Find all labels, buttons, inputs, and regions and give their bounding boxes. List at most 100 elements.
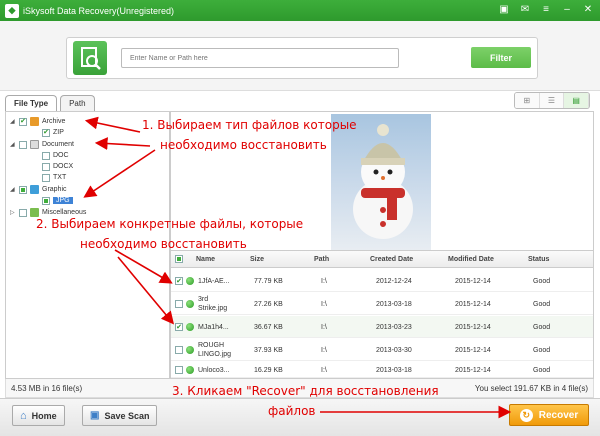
window-title: iSkysoft Data Recovery(Unregistered) [23,5,175,16]
checkbox[interactable] [42,173,50,182]
caret-icon[interactable]: ◢ [10,186,16,193]
tree-item-graphic[interactable]: ◢ Graphic [10,184,67,195]
menu-icon[interactable]: ≡ [540,3,552,15]
cell-modified: 2015-12-14 [455,300,491,308]
view-toggles: ⊞ ☰ ▤ [514,92,590,109]
checkbox[interactable] [42,196,50,205]
col-created[interactable]: Created Date [370,256,413,263]
col-modified[interactable]: Modified Date [448,256,494,263]
image-icon [30,185,39,194]
cell-name: 1JfA-AE... [198,277,230,285]
thumbnail-view-icon[interactable]: ⊞ [515,93,540,108]
table-row[interactable]: 3rd Strike.jpg 27.26 KB I:\ 2013-03-18 2… [171,293,593,315]
tab-path[interactable]: Path [60,95,95,111]
cell-name: 3rd Strike.jpg [198,296,228,312]
archive-icon [30,117,39,126]
row-checkbox[interactable] [175,300,183,308]
tree-label: ZIP [53,129,64,136]
table-row[interactable]: ROUGH LINGO.jpg 37.93 KB I:\ 2013-03-30 … [171,339,593,361]
checkbox[interactable] [19,208,27,217]
tree-item-txt[interactable]: TXT [42,172,66,183]
annotation-3-line-1: 3. Кликаем "Recover" для восстановления [172,384,439,398]
col-name[interactable]: Name [196,256,215,263]
tree-label: JPG [53,197,73,204]
status-dot-icon [186,366,194,374]
cell-status: Good [533,323,551,331]
app-logo-icon: ◆ [5,3,19,18]
col-status[interactable]: Status [528,256,549,263]
cell-size: 36.67 KB [254,323,283,331]
annotation-2-line-2: необходимо восстановить [80,237,247,251]
caret-icon[interactable]: ◢ [10,141,16,148]
select-all-checkbox[interactable] [175,255,183,263]
checkbox[interactable] [19,185,27,194]
status-dot-icon [186,300,194,308]
tree-item-docx[interactable]: DOCX [42,161,73,172]
cell-modified: 2015-12-14 [455,277,491,285]
caret-icon[interactable]: ◢ [10,118,16,125]
tree-item-doc[interactable]: DOC [42,150,69,161]
title-bar: ◆ iSkysoft Data Recovery(Unregistered) ▣… [0,0,600,21]
tree-item-jpg[interactable]: JPG [42,195,73,206]
tree-label: DOC [53,152,69,159]
window-controls: ▣ ✉ ≡ – ✕ [498,3,594,15]
row-checkbox[interactable]: ✔ [175,323,183,331]
tree-label: Document [42,141,74,148]
caret-icon[interactable]: ▷ [10,209,16,216]
cell-path: I:\ [321,300,327,308]
total-files-text: 4.53 MB in 16 file(s) [11,384,83,393]
left-tabs: File Type Path [5,95,95,111]
register-icon[interactable]: ▣ [498,3,510,15]
tab-file-type[interactable]: File Type [5,95,58,111]
tree-item-document[interactable]: ◢ Document [10,139,74,150]
document-search-icon [73,41,107,75]
cell-name: Unloco3... [198,366,230,374]
search-input[interactable] [121,48,399,68]
table-row[interactable]: ✔ MJa1h4... 36.67 KB I:\ 2013-03-23 2015… [171,316,593,338]
home-button[interactable]: ⌂ Home [12,405,65,426]
close-icon[interactable]: ✕ [582,3,594,15]
tree-label: DOCX [53,163,74,170]
annotation-2-line-1: 2. Выбираем конкретные файлы, которые [36,217,304,231]
table-row[interactable]: ✔ 1JfA-AE... 77.79 KB I:\ 2012-12-24 201… [171,270,593,292]
row-checkbox[interactable] [175,346,183,354]
annotation-1-line-2: необходимо восстановить [160,138,327,152]
cell-name: ROUGH LINGO.jpg [198,342,232,358]
col-size[interactable]: Size [250,256,264,263]
row-checkbox[interactable] [175,366,183,374]
row-checkbox[interactable]: ✔ [175,277,183,285]
filter-button[interactable]: Filter [471,47,531,68]
cell-created: 2013-03-18 [376,300,412,308]
table-row[interactable]: Unloco3... 16.29 KB I:\ 2013-03-18 2015-… [171,362,593,378]
save-scan-button[interactable]: ▣ Save Scan [82,405,158,426]
cell-created: 2013-03-18 [376,366,412,374]
tree-item-archive[interactable]: ◢ ✔ Archive [10,116,65,127]
recover-button[interactable]: ↻ Recover [509,404,589,426]
tree-label: Graphic [42,186,67,193]
checkbox[interactable] [42,151,50,160]
col-path[interactable]: Path [314,256,329,263]
tree-label: Archive [42,118,66,125]
cell-status: Good [533,300,551,308]
recover-icon: ↻ [519,408,533,422]
save-icon: ▣ [90,410,100,421]
search-panel: Filter [66,37,538,79]
status-dot-icon [186,277,194,285]
tree-label: TXT [53,174,67,181]
document-icon [30,140,39,149]
tree-item-zip[interactable]: ✔ ZIP [42,127,64,138]
save-scan-label: Save Scan [104,410,150,421]
checkbox[interactable] [42,162,50,171]
list-view-icon[interactable]: ☰ [539,93,565,108]
cell-size: 37.93 KB [254,346,283,354]
preview-view-icon[interactable]: ▤ [564,93,589,108]
cell-size: 77.79 KB [254,277,283,285]
table-header: Name Size Path Created Date Modified Dat… [171,250,593,268]
minimize-icon[interactable]: – [561,3,573,15]
cell-path: I:\ [321,277,327,285]
checkbox[interactable]: ✔ [42,128,50,137]
feedback-icon[interactable]: ✉ [519,3,531,15]
checkbox[interactable]: ✔ [19,117,27,126]
checkbox[interactable] [19,140,27,149]
cell-modified: 2015-12-14 [455,323,491,331]
